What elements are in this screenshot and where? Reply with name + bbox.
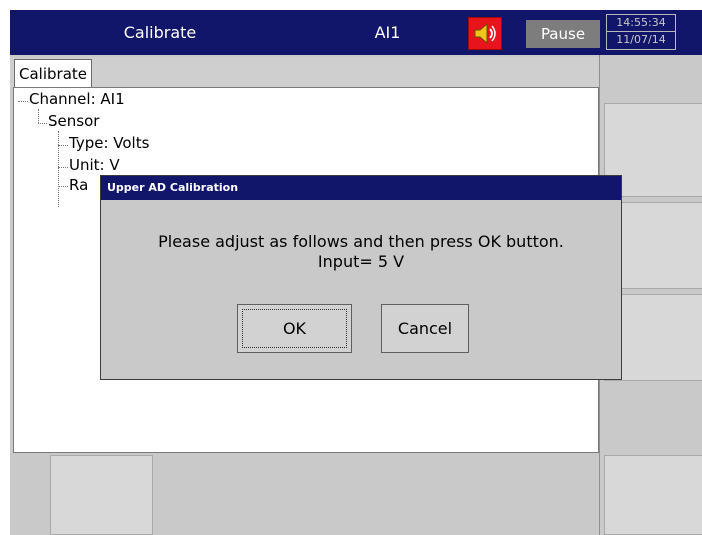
dialog-message: Please adjust as follows and then press … [101,232,621,272]
dialog-title: Upper AD Calibration [101,176,621,200]
tab-calibrate[interactable]: Calibrate [14,59,92,87]
clock-display: 14:55:34 11/07/14 [606,14,676,50]
clock-time: 14:55:34 [607,15,675,32]
focus-rectangle [242,309,347,348]
tree-connector [38,109,39,123]
top-status-bar: Calibrate AI1 Pause 14:55:34 11/07/14 [10,10,702,55]
channel-title: AI1 [374,23,401,42]
tree-node-sensor[interactable]: Sensor [48,112,99,130]
tree-node-channel[interactable]: Channel: AI1 [29,90,125,108]
softkey-right-4[interactable] [604,455,702,535]
tree-connector [58,186,68,187]
tree-connector [18,101,28,102]
softkey-bottom-1[interactable] [50,455,153,535]
tree-connector [58,167,68,168]
cancel-button[interactable]: Cancel [381,304,469,353]
tree-node-unit[interactable]: Unit: V [69,156,120,174]
dialog-message-line-1: Please adjust as follows and then press … [158,232,564,251]
dialog-message-line-2: Input= 5 V [317,252,405,271]
tree-node-type[interactable]: Type: Volts [69,134,149,152]
tree-connector [58,145,68,146]
tab-bar: Calibrate [10,57,599,87]
pause-indicator[interactable]: Pause [526,20,600,48]
ok-button[interactable]: OK [237,304,352,353]
tree-connector [38,123,47,124]
clock-date: 11/07/14 [616,33,666,46]
tree-node-range[interactable]: Ra [69,176,88,194]
calibration-dialog: Upper AD Calibration Please adjust as fo… [100,175,622,380]
instrument-screen: Calibrate AI1 Pause 14:55:34 11/07/14 Ca… [10,10,702,535]
tree-connector [58,131,59,207]
speaker-icon[interactable] [468,17,502,50]
screen-title: Calibrate [123,23,197,42]
